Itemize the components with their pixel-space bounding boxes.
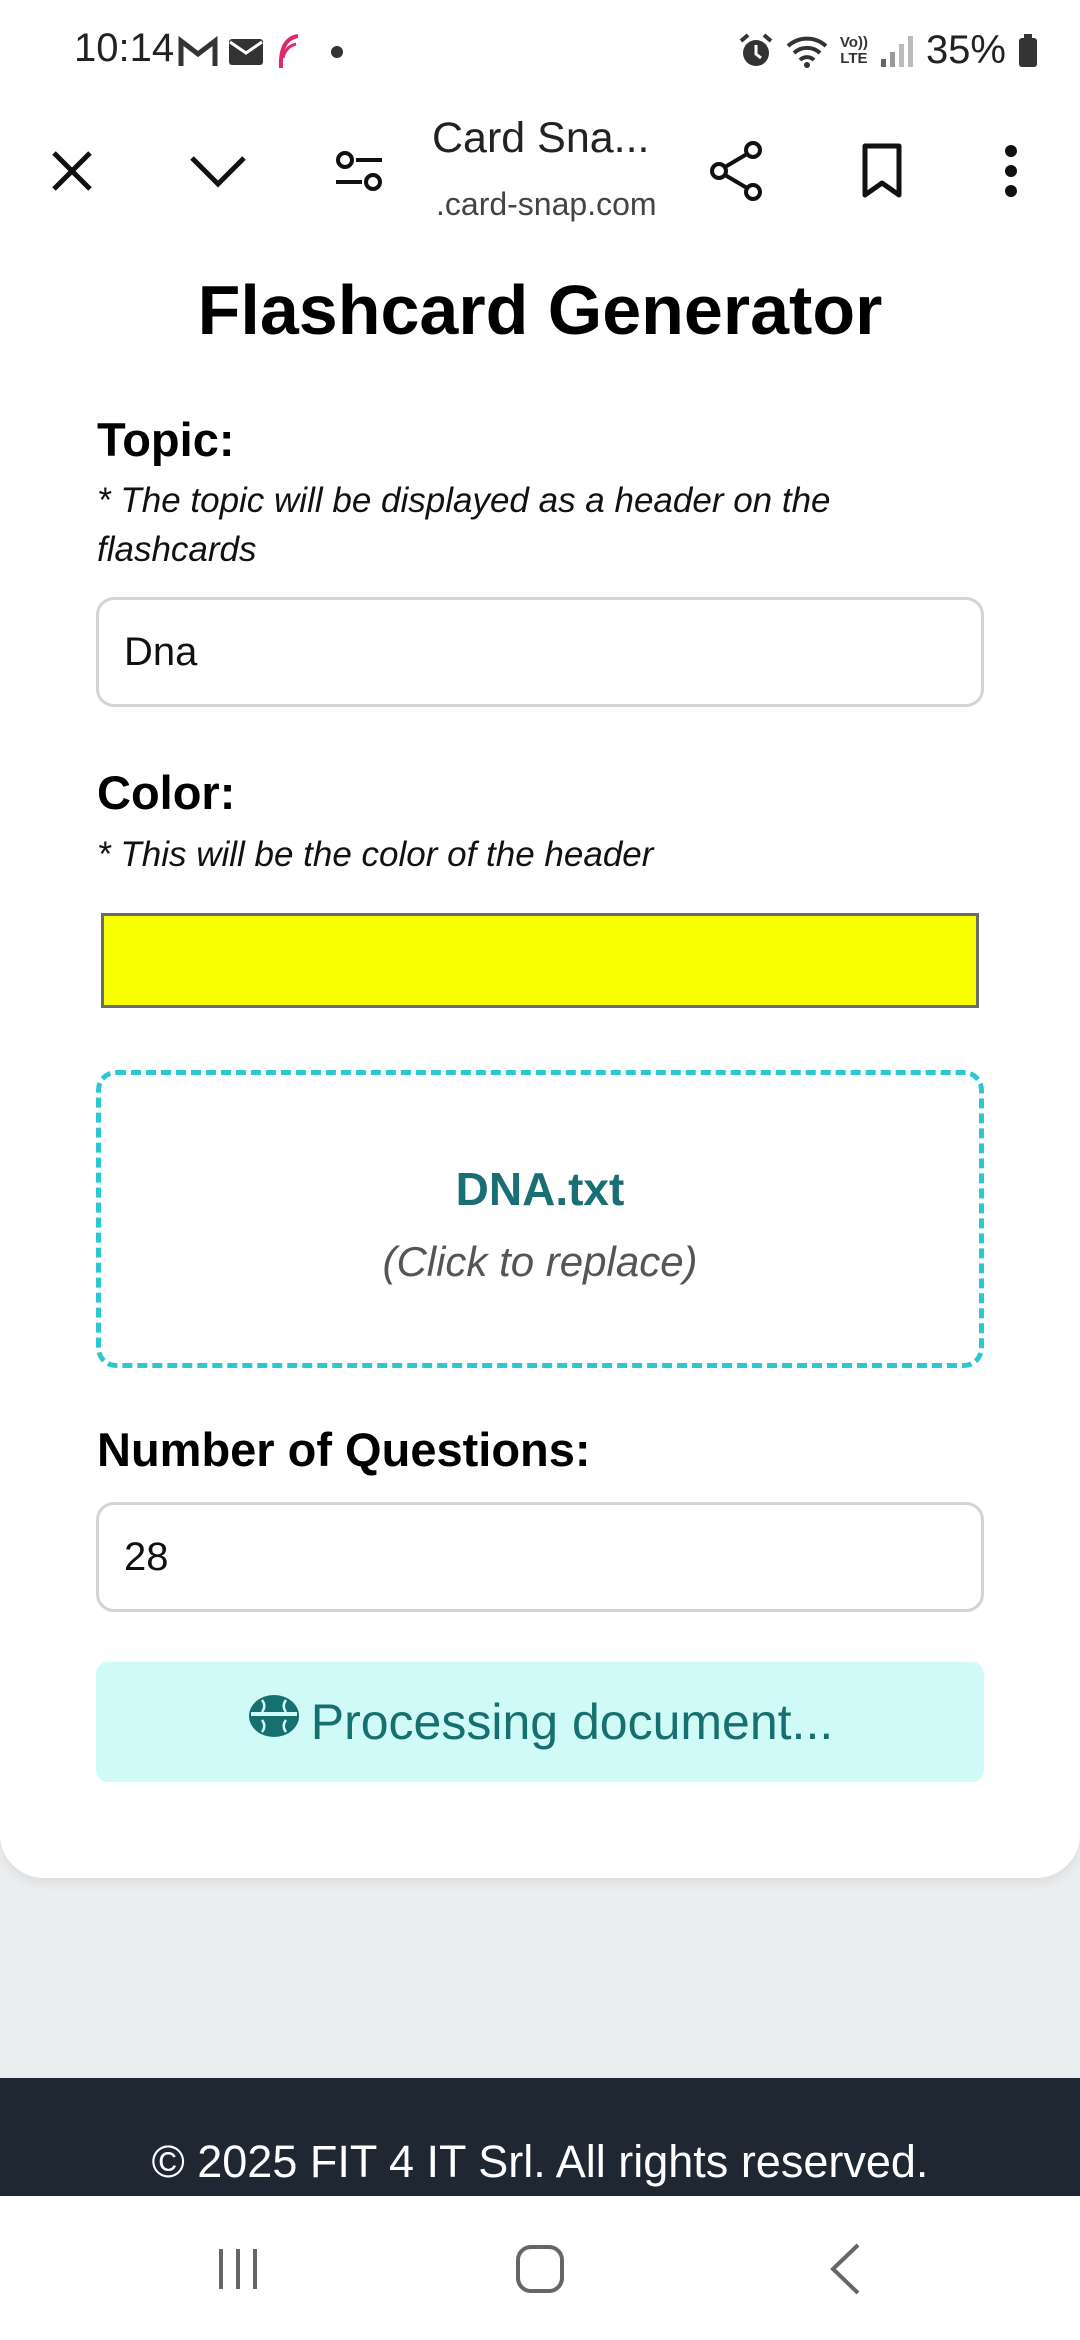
copyright-text: © 2025 FIT 4 IT Srl. All rights reserved…	[151, 2136, 929, 2187]
close-icon	[48, 147, 96, 200]
volte-label-bottom: LTE	[840, 49, 868, 67]
back-button[interactable]	[810, 2236, 880, 2306]
browser-toolbar: Card Sna... .card-snap.com	[0, 100, 1080, 252]
page-title: Flashcard Generator	[197, 271, 883, 349]
volte-label-top: Vo))	[839, 33, 868, 51]
page-controls-button[interactable]	[324, 138, 394, 208]
feather-app-icon	[274, 34, 302, 70]
close-button[interactable]	[37, 138, 107, 208]
share-button[interactable]	[702, 138, 772, 208]
home-icon	[514, 2243, 566, 2300]
page-controls-icon	[334, 149, 384, 198]
gmail-icon	[178, 36, 218, 68]
more-vert-icon	[1004, 144, 1018, 203]
page-url[interactable]: .card-snap.com	[436, 186, 657, 223]
topic-hint: * The topic will be displayed as a heade…	[97, 481, 831, 569]
page-title-tab[interactable]: Card Sna...	[432, 114, 650, 163]
processing-status-text: Processing document...	[310, 1694, 834, 1750]
system-nav-bar	[0, 2196, 1080, 2340]
status-time: 10:14	[74, 26, 175, 70]
battery-icon	[1018, 33, 1038, 68]
collapse-button[interactable]	[183, 138, 253, 208]
battery-percent: 35%	[925, 28, 1006, 72]
topic-label: Topic:	[97, 413, 235, 466]
questions-input-value: 28	[124, 1534, 169, 1579]
processing-status: Processing document...	[96, 1662, 984, 1782]
bookmark-icon	[861, 143, 903, 204]
topic-input-value: Dna	[124, 629, 198, 674]
color-picker[interactable]	[101, 913, 979, 1008]
wifi-icon	[786, 34, 828, 68]
topic-input[interactable]: Dna	[96, 597, 984, 707]
bookmark-button[interactable]	[847, 138, 917, 208]
flashcard-form-card: Flashcard Generator Topic: * The topic w…	[0, 250, 1080, 1878]
back-icon	[828, 2242, 862, 2301]
chevron-down-icon	[189, 154, 247, 193]
brain-icon	[247, 1692, 301, 1752]
page-footer: © 2025 FIT 4 IT Srl. All rights reserved…	[0, 2078, 1080, 2196]
replace-file-hint: (Click to replace)	[382, 1238, 698, 1285]
questions-input[interactable]: 28	[96, 1502, 984, 1612]
more-options-button[interactable]	[976, 138, 1046, 208]
dot-icon	[330, 45, 344, 59]
recent-apps-button[interactable]	[203, 2236, 273, 2306]
status-bar: 10:14 Vo)) LTE 35%	[0, 0, 1080, 100]
color-hint: * This will be the color of the header	[97, 835, 654, 874]
mail-icon	[228, 37, 264, 67]
color-label: Color:	[97, 766, 236, 819]
uploaded-file-name: DNA.txt	[455, 1163, 625, 1215]
system-icons: Vo)) LTE 35%	[738, 28, 1038, 73]
share-icon	[708, 140, 766, 207]
recent-apps-icon	[213, 2244, 263, 2299]
signal-icon	[880, 35, 914, 67]
alarm-icon	[738, 32, 774, 69]
volte-icon: Vo)) LTE	[839, 33, 868, 67]
questions-label: Number of Questions:	[97, 1423, 591, 1476]
notification-icons	[178, 30, 344, 74]
file-dropzone[interactable]: DNA.txt (Click to replace)	[96, 1070, 984, 1368]
home-button[interactable]	[505, 2236, 575, 2306]
